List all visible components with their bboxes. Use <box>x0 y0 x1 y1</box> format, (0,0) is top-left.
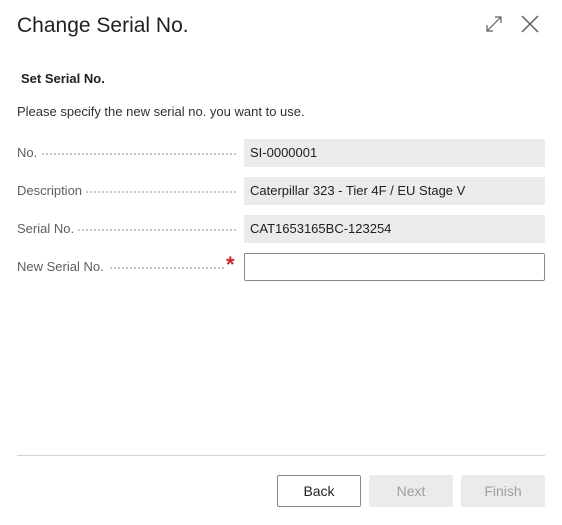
header-actions <box>484 14 540 34</box>
field-label-no: No. <box>17 139 42 167</box>
field-value-serial-no: CAT1653165BC-123254 <box>244 215 545 243</box>
field-row-description: Description Caterpillar 323 - Tier 4F / … <box>17 177 545 205</box>
back-button[interactable]: Back <box>277 475 361 507</box>
field-row-no: No. SI-0000001 <box>17 139 545 167</box>
section-title: Set Serial No. <box>21 71 105 86</box>
field-value-description: Caterpillar 323 - Tier 4F / EU Stage V <box>244 177 545 205</box>
field-label-new-serial-no: New Serial No. <box>17 253 108 281</box>
footer-divider <box>17 455 545 456</box>
field-label-serial-no: Serial No. <box>17 215 79 243</box>
next-button[interactable]: Next <box>369 475 453 507</box>
field-value-no: SI-0000001 <box>244 139 545 167</box>
field-dots <box>17 153 236 155</box>
expand-icon[interactable] <box>484 14 504 34</box>
new-serial-no-input[interactable] <box>244 253 545 281</box>
footer-buttons: Back Next Finish <box>277 475 545 507</box>
change-serial-dialog: Change Serial No. Set Serial No. Please … <box>0 0 562 525</box>
field-row-serial-no: Serial No. CAT1653165BC-123254 <box>17 215 545 243</box>
close-icon[interactable] <box>520 14 540 34</box>
field-label-description: Description <box>17 177 87 205</box>
dialog-title: Change Serial No. <box>17 14 189 37</box>
required-mark: * <box>224 252 237 277</box>
field-row-new-serial-no: New Serial No. * <box>17 253 545 281</box>
instructions-text: Please specify the new serial no. you wa… <box>17 104 305 119</box>
finish-button[interactable]: Finish <box>461 475 545 507</box>
